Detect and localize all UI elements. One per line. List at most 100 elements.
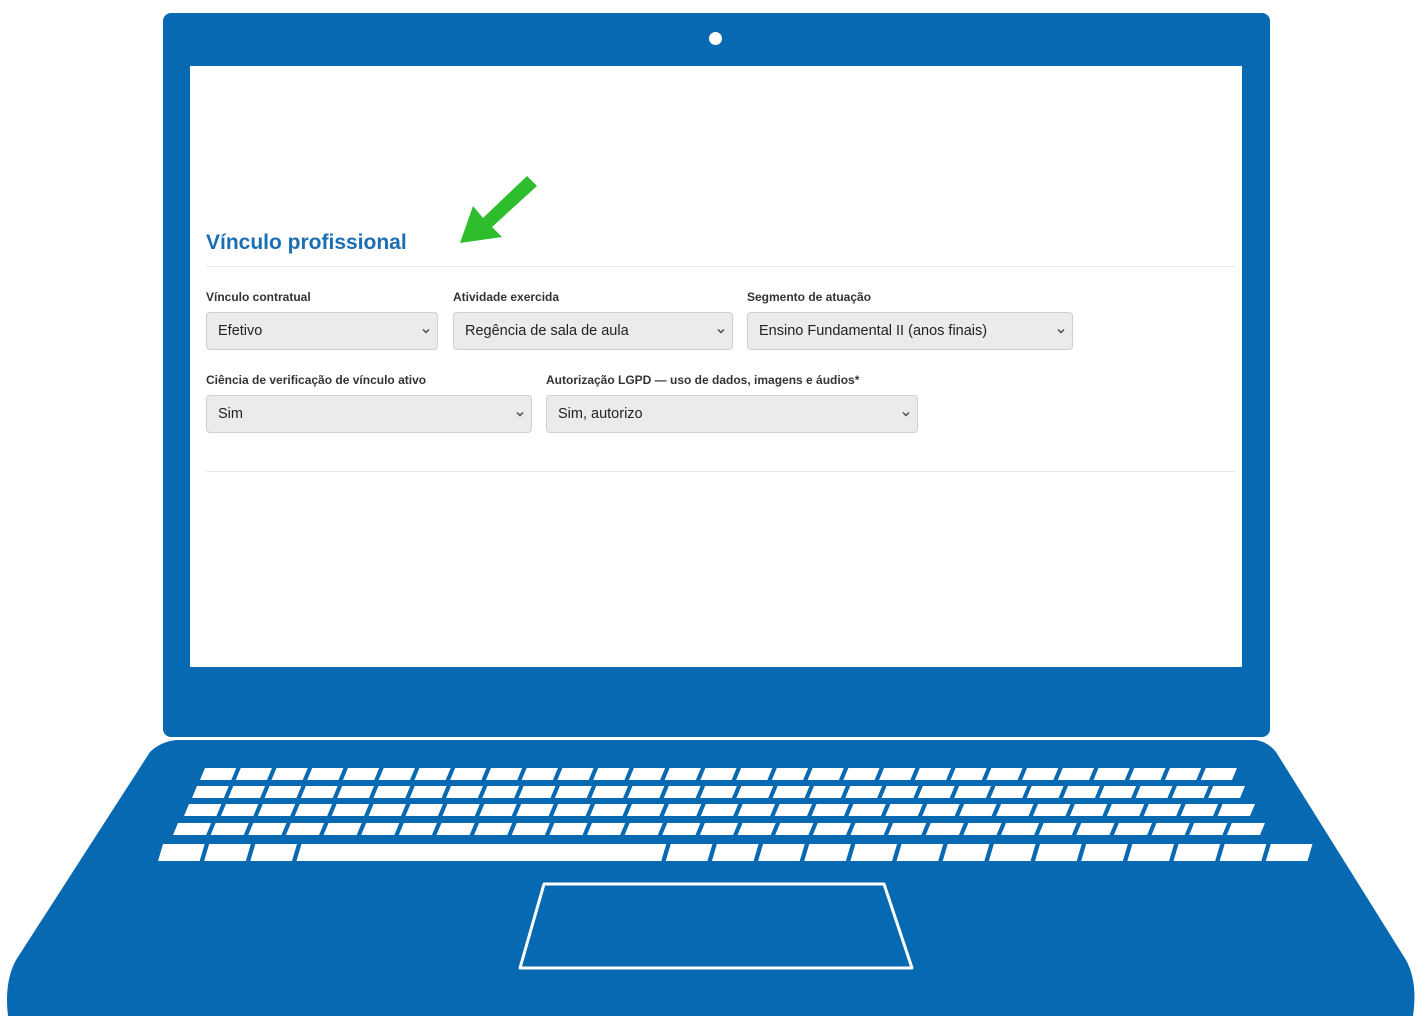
- keyboard-key: [192, 786, 229, 798]
- keyboard-key: [736, 786, 774, 798]
- keyboard-key: [442, 804, 480, 816]
- keyboard-key: [323, 823, 362, 835]
- keyboard-key: [200, 768, 237, 780]
- keyboard-key: [1127, 844, 1175, 861]
- select-value: Sim: [218, 406, 243, 422]
- keyboard-key: [896, 844, 944, 861]
- keyboard-key: [628, 768, 666, 780]
- keyboard-key: [774, 804, 813, 816]
- select-vinculo-contratual[interactable]: Efetivo: [206, 312, 438, 350]
- keyboard-key: [474, 823, 513, 835]
- keyboard-key: [663, 804, 702, 816]
- keyboard-key: [549, 823, 588, 835]
- select-value: Sim, autorizo: [558, 406, 643, 422]
- keyboard-key: [700, 768, 737, 780]
- keyboard-key: [436, 823, 475, 835]
- select-autorizacao-lgpd[interactable]: Sim, autorizo: [546, 395, 918, 433]
- label-vinculo-contratual: Vínculo contratual: [206, 290, 311, 304]
- label-autorizacao-lgpd: Autorização LGPD — uso de dados, imagens…: [546, 373, 860, 387]
- keyboard-key: [511, 823, 550, 835]
- keyboard-key: [986, 768, 1023, 780]
- keyboard-key: [1076, 823, 1115, 835]
- keyboard-key: [988, 844, 1036, 861]
- keyboard-key: [627, 786, 665, 798]
- keyboard-key: [1093, 768, 1130, 780]
- keyboard-key: [553, 804, 591, 816]
- keyboard-key: [518, 786, 556, 798]
- keyboard-key: [1208, 786, 1245, 798]
- keyboard-key: [1057, 768, 1095, 780]
- keyboard-key: [1035, 844, 1082, 861]
- keyboard-key: [950, 768, 987, 780]
- keyboard-key: [737, 823, 776, 835]
- keyboard-key: [228, 786, 266, 798]
- keyboard-key: [1038, 823, 1077, 835]
- spacebar-key: [296, 844, 667, 861]
- keyboard-key: [850, 844, 898, 861]
- keyboard-key: [373, 786, 411, 798]
- keyboard-key: [665, 844, 713, 861]
- keyboard-key: [300, 786, 338, 798]
- keyboard-key: [959, 804, 997, 816]
- keyboard-key: [593, 768, 630, 780]
- keyboard-key: [1265, 844, 1313, 861]
- keyboard-key: [848, 804, 886, 816]
- keyboard-key: [590, 804, 628, 816]
- chevron-down-icon: [1057, 329, 1065, 334]
- chevron-down-icon: [902, 412, 910, 417]
- keyboard-key: [271, 768, 308, 780]
- keyboard-key: [1113, 823, 1153, 835]
- keyboard-key: [914, 768, 952, 780]
- keyboard-key: [917, 786, 955, 798]
- keyboard-key: [811, 804, 849, 816]
- keyboard-key: [378, 768, 415, 780]
- keyboard-key: [711, 844, 759, 861]
- keyboard-key: [1022, 768, 1059, 780]
- chevron-down-icon: [516, 412, 524, 417]
- keyboard-key: [626, 804, 665, 816]
- keyboard-key: [664, 768, 701, 780]
- keyboard-key: [1173, 844, 1221, 861]
- keyboard-key: [250, 844, 297, 861]
- keyboard-key: [662, 823, 701, 835]
- keyboard-key: [409, 786, 447, 798]
- laptop-screen: Vínculo profissional Vínculo contratual …: [190, 66, 1242, 667]
- keyboard-key: [557, 768, 594, 780]
- select-segmento-atuacao[interactable]: Ensino Fundamental II (anos finais): [747, 312, 1073, 350]
- keyboard-key: [485, 768, 523, 780]
- keyboard-key: [414, 768, 451, 780]
- chevron-down-icon: [422, 329, 430, 334]
- keyboard-key: [737, 804, 776, 816]
- keyboard-key: [925, 823, 964, 835]
- keyboard-key: [450, 768, 487, 780]
- label-atividade-exercida: Atividade exercida: [453, 290, 560, 304]
- keyboard-key: [885, 804, 923, 816]
- keyboard-key: [368, 804, 406, 816]
- keyboard-key: [235, 768, 272, 780]
- keyboard-key: [482, 786, 520, 798]
- keyboard-key: [1001, 823, 1040, 835]
- keyboard-key: [1165, 768, 1202, 780]
- keyboard-key: [1189, 823, 1228, 835]
- keyboard-key: [1033, 804, 1071, 816]
- keyboard-key: [736, 768, 773, 780]
- keyboard-key: [1106, 804, 1145, 816]
- keyboard-key: [990, 786, 1028, 798]
- keyboard-key: [1226, 823, 1265, 835]
- keyboard-key: [1069, 804, 1108, 816]
- keyboard-key: [479, 804, 517, 816]
- keyboard-key: [922, 804, 960, 816]
- label-ciencia-verificacao: Ciência de verificação de vínculo ativo: [206, 373, 427, 387]
- select-ciencia-verificacao[interactable]: Sim: [206, 395, 532, 433]
- keyboard-key: [942, 844, 990, 861]
- keyboard-key: [1200, 768, 1237, 780]
- keyboard-key: [663, 786, 701, 798]
- select-atividade-exercida[interactable]: Regência de sala de aula: [453, 312, 733, 350]
- keyboard-key: [843, 768, 880, 780]
- keyboard-key: [1081, 844, 1128, 861]
- keyboard-key: [210, 823, 249, 835]
- keyboard-key: [1135, 786, 1173, 798]
- section-top-divider: [206, 266, 1236, 267]
- keyboard-key: [771, 768, 809, 780]
- keyboard-key: [772, 786, 810, 798]
